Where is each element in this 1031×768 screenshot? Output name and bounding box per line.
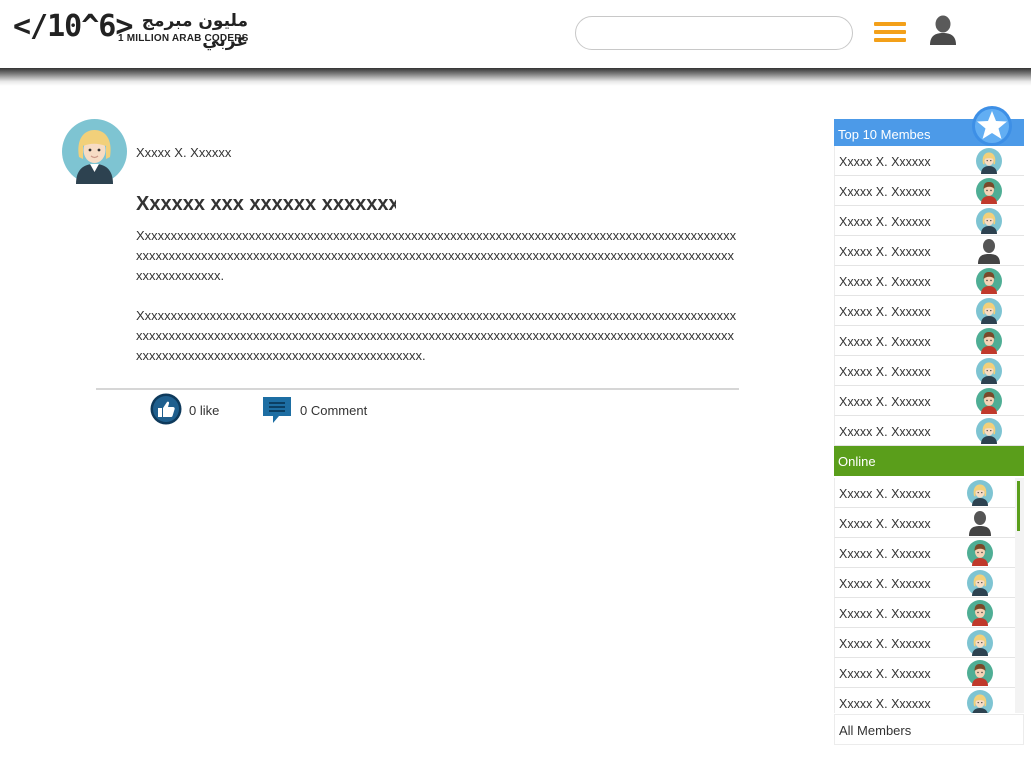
logo-english-text: 1 MILLION ARAB CODERS (118, 33, 249, 44)
member-name[interactable]: Xxxxx X. Xxxxxx (839, 395, 931, 409)
member-row[interactable]: Xxxxx X. Xxxxxx (834, 206, 1024, 236)
top10-list: Xxxxx X. Xxxxxx Xxxxx X. Xxxxxx Xxxxx X. X… (834, 146, 1024, 446)
default-user-icon[interactable] (967, 510, 993, 536)
online-list: Xxxxx X. Xxxxxx Xxxxx X. Xxxxxx Xxxxx X. X… (834, 478, 1024, 713)
post-paragraph: Xxxxxxxxxxxxxxxxxxxxxxxxxxxxxxxxxxxxxxxx… (136, 228, 737, 283)
like-count[interactable]: 0 like (189, 403, 219, 418)
header-shadow (0, 68, 1031, 86)
member-name[interactable]: Xxxxx X. Xxxxxx (839, 547, 931, 561)
male-avatar-icon[interactable] (976, 178, 1002, 204)
post-author-avatar[interactable] (62, 119, 127, 184)
member-row[interactable]: Xxxxx X. Xxxxxx (834, 326, 1024, 356)
comment-icon[interactable] (261, 394, 293, 426)
female-avatar-icon[interactable] (967, 690, 993, 713)
member-row[interactable]: Xxxxx X. Xxxxxx (834, 478, 1024, 508)
member-row[interactable]: Xxxxx X. Xxxxxx (834, 356, 1024, 386)
female-avatar-icon[interactable] (967, 570, 993, 596)
default-user-icon[interactable] (976, 238, 1002, 264)
member-row[interactable]: Xxxxx X. Xxxxxx (834, 508, 1024, 538)
post-title: Xxxxxx xxx xxxxxx xxxxxxx (136, 193, 396, 215)
member-row[interactable]: Xxxxx X. Xxxxxx (834, 568, 1024, 598)
female-avatar-icon[interactable] (976, 208, 1002, 234)
member-name[interactable]: Xxxxx X. Xxxxxx (839, 245, 931, 259)
logo-arabic-text: مليون مبرمج عربي (141, 11, 248, 51)
post-author-name[interactable]: Xxxxx X. Xxxxxx (136, 145, 231, 160)
post-paragraph: Xxxxxxxxxxxxxxxxxxxxxxxxxxxxxxxxxxxxxxxx… (136, 308, 737, 363)
member-row[interactable]: Xxxxx X. Xxxxxx (834, 628, 1024, 658)
comment-count[interactable]: 0 Comment (300, 403, 367, 418)
member-row[interactable]: Xxxxx X. Xxxxxx (834, 236, 1024, 266)
female-avatar-icon[interactable] (976, 418, 1002, 444)
member-row[interactable]: Xxxxx X. Xxxxxx (834, 386, 1024, 416)
logo-mark: </10^6> (13, 9, 133, 44)
site-header: </10^6> مليون مبرمج عربي 1 MILLION ARAB … (0, 0, 1031, 68)
search-input[interactable] (575, 16, 853, 50)
member-name[interactable]: Xxxxx X. Xxxxxx (839, 185, 931, 199)
hamburger-menu-icon[interactable] (874, 22, 906, 42)
member-row[interactable]: Xxxxx X. Xxxxxx (834, 296, 1024, 326)
male-avatar-icon[interactable] (967, 600, 993, 626)
male-avatar-icon[interactable] (976, 388, 1002, 414)
star-icon (971, 105, 1013, 147)
member-name[interactable]: Xxxxx X. Xxxxxx (839, 487, 931, 501)
female-avatar-icon[interactable] (967, 480, 993, 506)
member-name[interactable]: Xxxxx X. Xxxxxx (839, 365, 931, 379)
member-row[interactable]: Xxxxx X. Xxxxxx (834, 416, 1024, 446)
all-members-link[interactable]: All Members (834, 714, 1024, 745)
online-header: Online (834, 446, 1024, 476)
member-name[interactable]: Xxxxx X. Xxxxxx (839, 305, 931, 319)
female-avatar-icon[interactable] (976, 148, 1002, 174)
member-name[interactable]: Xxxxx X. Xxxxxx (839, 607, 931, 621)
female-avatar-icon[interactable] (976, 358, 1002, 384)
thumbs-up-icon[interactable] (150, 393, 182, 425)
male-avatar-icon[interactable] (967, 660, 993, 686)
member-name[interactable]: Xxxxx X. Xxxxxx (839, 637, 931, 651)
member-name[interactable]: Xxxxx X. Xxxxxx (839, 667, 931, 681)
member-name[interactable]: Xxxxx X. Xxxxxx (839, 155, 931, 169)
member-name[interactable]: Xxxxx X. Xxxxxx (839, 697, 931, 711)
post-divider (96, 388, 739, 390)
member-name[interactable]: Xxxxx X. Xxxxxx (839, 517, 931, 531)
user-account-icon[interactable] (928, 14, 958, 46)
member-name[interactable]: Xxxxx X. Xxxxxx (839, 335, 931, 349)
member-row[interactable]: Xxxxx X. Xxxxxx (834, 176, 1024, 206)
member-name[interactable]: Xxxxx X. Xxxxxx (839, 275, 931, 289)
member-row[interactable]: Xxxxx X. Xxxxxx (834, 688, 1024, 713)
member-name[interactable]: Xxxxx X. Xxxxxx (839, 215, 931, 229)
member-name[interactable]: Xxxxx X. Xxxxxx (839, 425, 931, 439)
female-avatar-icon[interactable] (976, 298, 1002, 324)
member-row[interactable]: Xxxxx X. Xxxxxx (834, 146, 1024, 176)
member-row[interactable]: Xxxxx X. Xxxxxx (834, 266, 1024, 296)
member-name[interactable]: Xxxxx X. Xxxxxx (839, 577, 931, 591)
online-scrollbar-thumb[interactable] (1017, 481, 1020, 531)
member-row[interactable]: Xxxxx X. Xxxxxx (834, 538, 1024, 568)
site-logo[interactable]: </10^6> مليون مبرمج عربي 1 MILLION ARAB … (13, 9, 249, 51)
member-row[interactable]: Xxxxx X. Xxxxxx (834, 658, 1024, 688)
member-row[interactable]: Xxxxx X. Xxxxxx (834, 598, 1024, 628)
female-avatar-icon[interactable] (967, 630, 993, 656)
post-body: Xxxxxxxxxxxxxxxxxxxxxxxxxxxxxxxxxxxxxxxx… (136, 226, 740, 386)
male-avatar-icon[interactable] (976, 268, 1002, 294)
male-avatar-icon[interactable] (976, 328, 1002, 354)
male-avatar-icon[interactable] (967, 540, 993, 566)
